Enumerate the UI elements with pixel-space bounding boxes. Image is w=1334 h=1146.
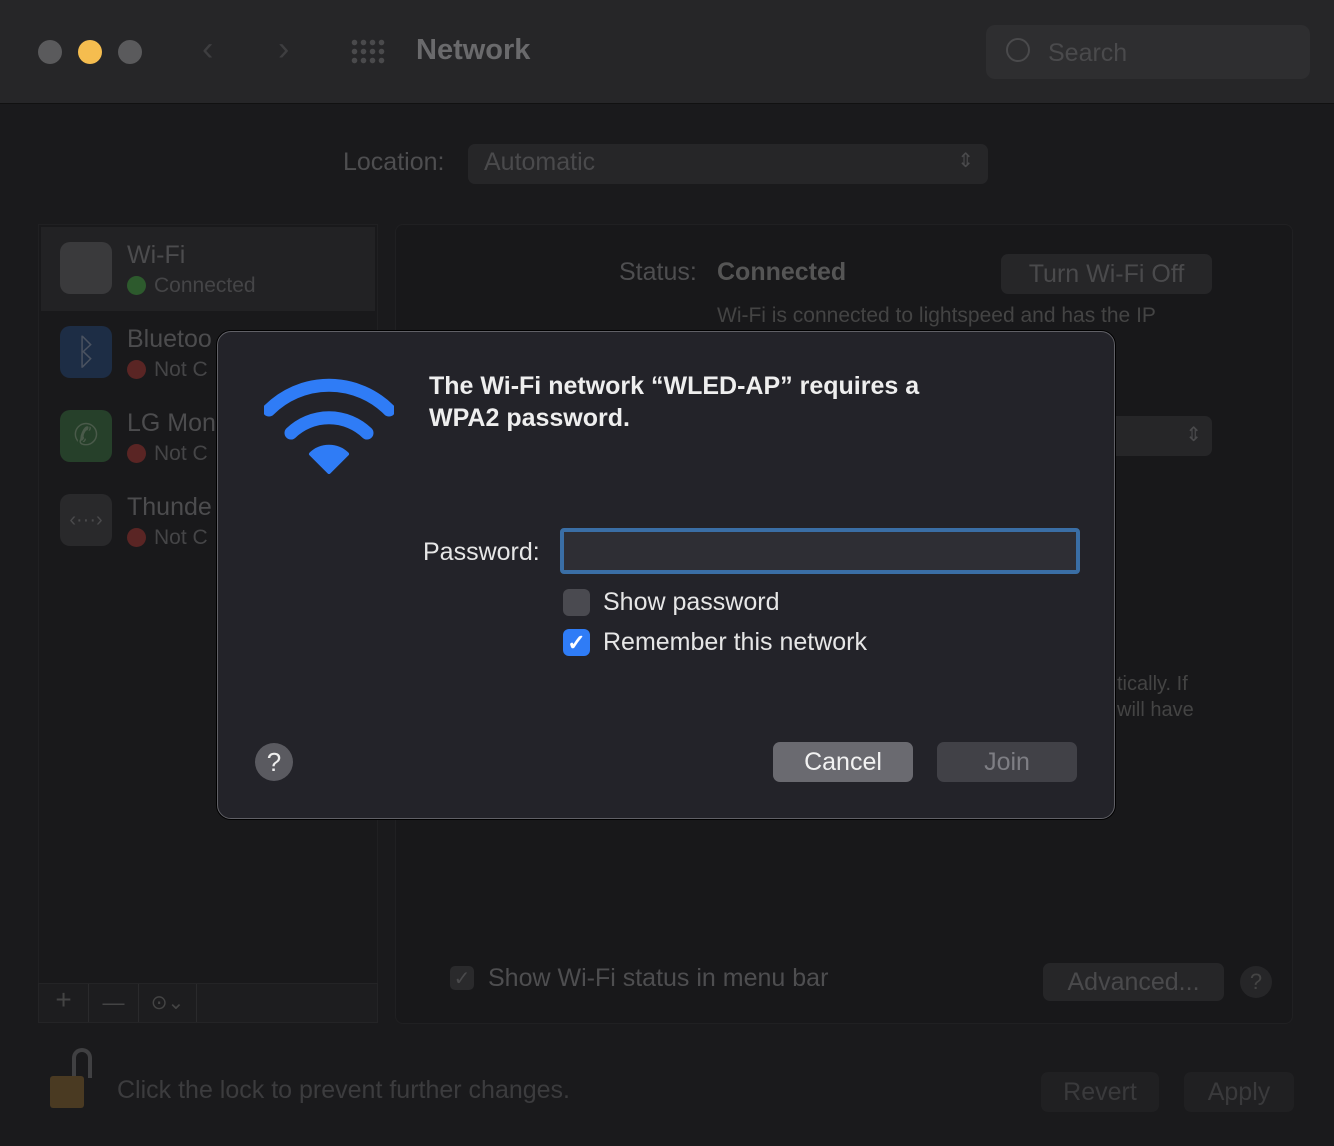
remember-network-checkbox[interactable]: ✓ [563, 629, 590, 656]
detail-text: will have [1117, 699, 1194, 721]
wifi-icon [264, 378, 394, 474]
search-placeholder: Search [1048, 39, 1128, 67]
phone-icon: ✆ [60, 410, 112, 462]
show-status-label: Show Wi-Fi status in menu bar [488, 964, 829, 992]
help-button[interactable]: ? [1240, 966, 1272, 998]
remember-network-label: Remember this network [603, 628, 867, 656]
status-description: Wi-Fi is connected to lightspeed and has… [717, 304, 1156, 327]
service-name[interactable]: Wi-Fi [127, 241, 185, 270]
forward-icon[interactable]: › [278, 30, 289, 69]
detail-text: tically. If [1117, 673, 1188, 695]
title-bar: ‹ › Network Search [0, 0, 1334, 104]
service-name[interactable]: Thunde [127, 493, 212, 522]
search-input[interactable]: Search [986, 25, 1310, 79]
status-label: Status: [619, 258, 697, 286]
service-name[interactable]: LG Mon [127, 409, 216, 438]
chevron-updown-icon: ⇕ [957, 150, 974, 172]
wifi-icon [60, 242, 112, 294]
turn-wifi-off-button[interactable]: Turn Wi-Fi Off [1001, 254, 1212, 294]
service-name[interactable]: Bluetoo [127, 325, 212, 354]
join-button[interactable]: Join [937, 742, 1077, 782]
revert-button[interactable]: Revert [1041, 1072, 1159, 1112]
add-service-button[interactable]: + [39, 984, 89, 1022]
zoom-button[interactable] [118, 40, 142, 64]
service-status: Not C [127, 442, 208, 466]
location-label: Location: [343, 148, 445, 176]
advanced-button[interactable]: Advanced... [1043, 963, 1224, 1001]
close-button[interactable] [38, 40, 62, 64]
dialog-title: The Wi-Fi network “WLED-AP” requires a W… [429, 372, 920, 432]
password-input[interactable] [560, 528, 1080, 574]
chevron-updown-icon: ⇕ [1185, 424, 1202, 446]
service-status: Connected [127, 274, 256, 298]
show-password-label: Show password [603, 588, 780, 616]
status-value: Connected [717, 258, 847, 286]
location-value: Automatic [484, 148, 596, 176]
show-status-checkbox[interactable]: ✓ [450, 966, 474, 990]
show-password-checkbox[interactable] [563, 589, 590, 616]
help-button[interactable]: ? [255, 743, 293, 781]
service-toolbar: + — ⊙⌄ [38, 983, 378, 1023]
more-actions-button[interactable]: ⊙⌄ [139, 984, 197, 1022]
service-status: Not C [127, 526, 208, 550]
minimize-button[interactable] [78, 40, 102, 64]
bluetooth-icon: ᛒ [60, 326, 112, 378]
thunderbolt-icon: ‹···› [60, 494, 112, 546]
remove-service-button[interactable]: — [89, 984, 139, 1022]
window-title: Network [416, 34, 531, 66]
lock-message: Click the lock to prevent further change… [117, 1076, 571, 1104]
back-icon[interactable]: ‹ [202, 30, 213, 69]
network-name-select[interactable]: ⇕ [1100, 416, 1212, 456]
password-dialog: The Wi-Fi network “WLED-AP” requires a W… [217, 331, 1115, 819]
apply-button[interactable]: Apply [1184, 1072, 1294, 1112]
service-status: Not C [127, 358, 208, 382]
cancel-button[interactable]: Cancel [773, 742, 913, 782]
password-label: Password: [423, 538, 540, 566]
search-icon [1006, 38, 1030, 62]
lock-icon[interactable] [50, 1048, 94, 1110]
location-select[interactable]: Automatic ⇕ [468, 144, 988, 184]
grid-icon[interactable] [350, 38, 386, 64]
